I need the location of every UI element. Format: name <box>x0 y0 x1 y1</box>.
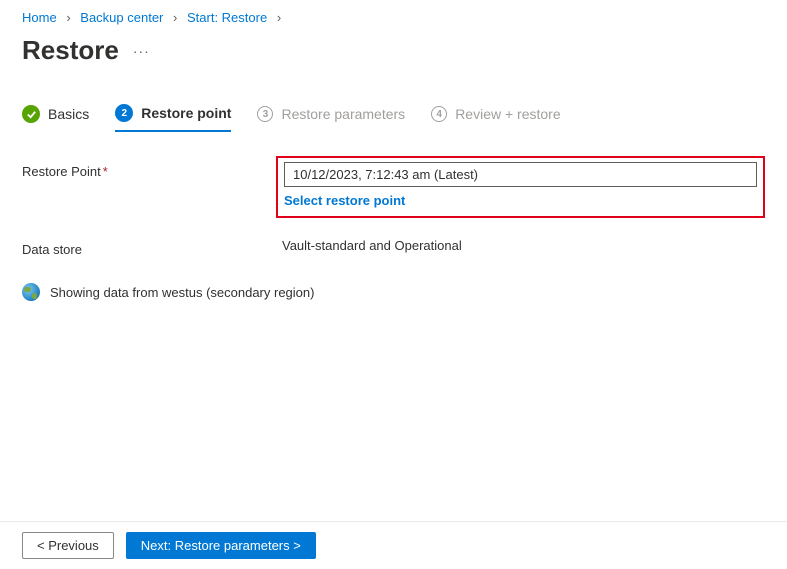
page-title: Restore <box>22 35 119 66</box>
highlight-box: Select restore point <box>276 156 765 218</box>
tab-label: Restore point <box>141 105 231 121</box>
region-text: Showing data from westus (secondary regi… <box>50 285 314 300</box>
tab-basics[interactable]: Basics <box>22 105 89 131</box>
value-data-store: Vault-standard and Operational <box>282 238 765 253</box>
wizard-footer: < Previous Next: Restore parameters > <box>0 521 787 569</box>
row-restore-point: Restore Point* Select restore point <box>22 160 765 218</box>
form-area: Restore Point* Select restore point Data… <box>0 132 787 257</box>
chevron-right-icon: › <box>66 10 70 25</box>
step-number-icon: 4 <box>431 106 447 122</box>
label-data-store: Data store <box>22 238 282 257</box>
check-icon <box>22 105 40 123</box>
previous-button[interactable]: < Previous <box>22 532 114 559</box>
globe-icon <box>22 283 40 301</box>
breadcrumb-backup-center[interactable]: Backup center <box>80 10 163 25</box>
chevron-right-icon: › <box>173 10 177 25</box>
step-number-icon: 3 <box>257 106 273 122</box>
select-restore-point-link[interactable]: Select restore point <box>284 193 405 208</box>
row-data-store: Data store Vault-standard and Operationa… <box>22 238 765 257</box>
tab-restore-parameters: 3 Restore parameters <box>257 106 405 130</box>
tab-restore-point[interactable]: 2 Restore point <box>115 104 231 132</box>
breadcrumb-start-restore[interactable]: Start: Restore <box>187 10 267 25</box>
more-actions-icon[interactable]: ··· <box>133 43 150 59</box>
breadcrumb-home[interactable]: Home <box>22 10 57 25</box>
breadcrumb: Home › Backup center › Start: Restore › <box>0 0 787 29</box>
chevron-right-icon: › <box>277 10 281 25</box>
tab-review-restore: 4 Review + restore <box>431 106 560 130</box>
tab-label: Review + restore <box>455 106 560 122</box>
tab-label: Basics <box>48 106 89 122</box>
restore-point-input[interactable] <box>284 162 757 187</box>
tab-label: Restore parameters <box>281 106 405 122</box>
region-info: Showing data from westus (secondary regi… <box>0 277 787 307</box>
label-restore-point: Restore Point* <box>22 160 282 179</box>
step-number-icon: 2 <box>115 104 133 122</box>
next-button[interactable]: Next: Restore parameters > <box>126 532 316 559</box>
wizard-tabs: Basics 2 Restore point 3 Restore paramet… <box>0 104 787 132</box>
page-header: Restore ··· <box>0 29 787 86</box>
